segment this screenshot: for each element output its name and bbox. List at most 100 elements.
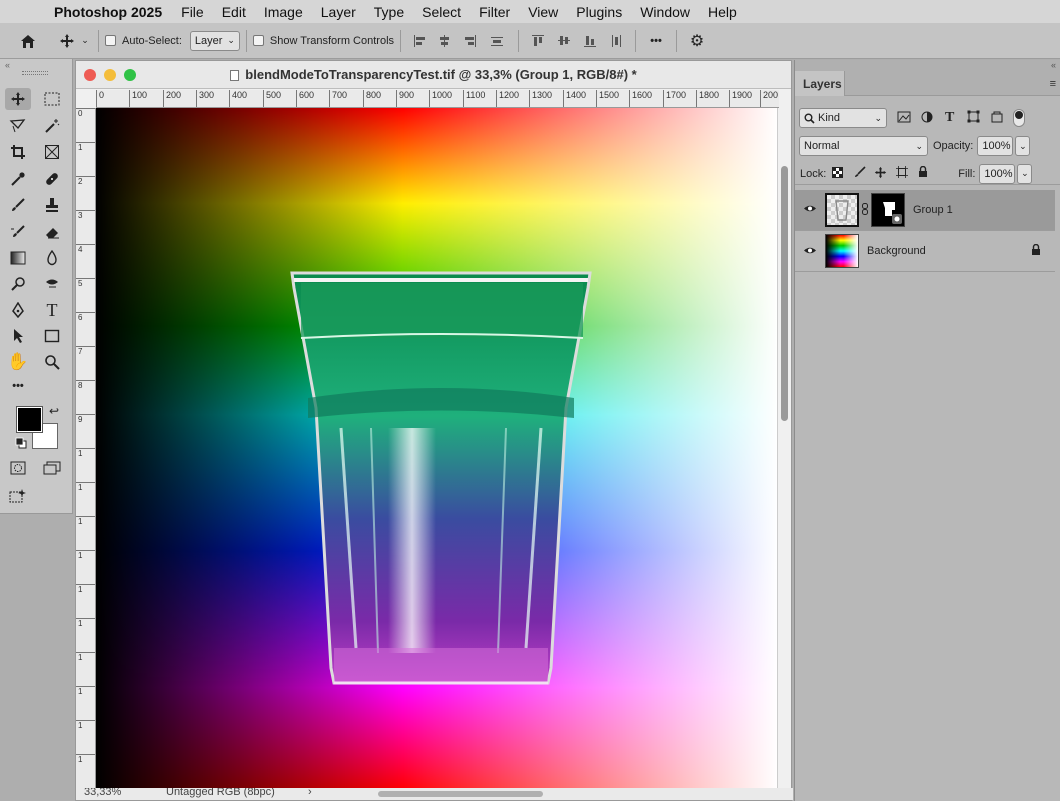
filter-kind-dropdown[interactable]: Kind ⌄ — [799, 108, 887, 128]
align-top-icon[interactable] — [525, 29, 551, 53]
filter-pixel-icon[interactable] — [897, 111, 913, 126]
quick-mask-icon[interactable] — [5, 457, 31, 479]
align-middle-icon[interactable] — [551, 29, 577, 53]
layer-mask-thumbnail[interactable] — [871, 193, 905, 227]
magic-wand-icon[interactable] — [39, 115, 65, 137]
menu-filter[interactable]: Filter — [470, 4, 519, 20]
layer-row-background[interactable]: Background — [795, 231, 1055, 272]
foreground-color-swatch[interactable] — [16, 406, 43, 433]
crop-tool-icon[interactable] — [5, 141, 31, 163]
menu-file[interactable]: File — [172, 4, 213, 20]
align-right-icon[interactable] — [457, 29, 482, 53]
layer-name[interactable]: Group 1 — [913, 204, 953, 216]
lock-icon[interactable] — [1031, 243, 1041, 259]
visibility-eye-icon[interactable] — [795, 204, 825, 216]
menu-plugins[interactable]: Plugins — [567, 4, 631, 20]
vertical-ruler[interactable]: 0 1 2 3 4 5 6 7 8 9 1 1 1 1 1 1 1 1 1 1 — [76, 108, 96, 790]
frame-tool-icon[interactable] — [39, 141, 65, 163]
generative-fill-icon[interactable] — [5, 485, 31, 507]
divider — [245, 29, 247, 52]
blend-mode-dropdown[interactable]: Normal ⌄ — [799, 136, 928, 156]
drag-handle[interactable] — [22, 71, 48, 75]
menu-help[interactable]: Help — [699, 4, 746, 20]
lock-pixels-icon[interactable] — [854, 166, 870, 181]
layer-thumbnail[interactable] — [825, 234, 859, 268]
rectangle-tool-icon[interactable] — [39, 325, 65, 347]
history-brush-icon[interactable] — [5, 221, 31, 243]
more-tools-icon[interactable]: ••• — [5, 375, 31, 397]
more-options-icon[interactable]: ••• — [642, 29, 670, 53]
smudge-tool-icon[interactable] — [39, 273, 65, 295]
eyedropper-icon[interactable] — [5, 168, 31, 190]
filter-type-icon[interactable]: T — [945, 110, 961, 126]
layer-name[interactable]: Background — [867, 245, 926, 257]
filter-smart-object-icon[interactable] — [991, 110, 1007, 126]
auto-select-dropdown[interactable]: Layer ⌄ — [189, 30, 240, 51]
gradient-tool-icon[interactable] — [5, 247, 31, 269]
tab-layers[interactable]: Layers — [795, 71, 845, 96]
layer-thumbnail[interactable] — [825, 193, 859, 227]
align-bottom-icon[interactable] — [577, 29, 603, 53]
filter-toggle-switch[interactable] — [1013, 109, 1025, 127]
menu-window[interactable]: Window — [631, 4, 699, 20]
document-title-bar[interactable]: blendModeToTransparencyTest.tif @ 33,3% … — [76, 61, 791, 89]
menu-type[interactable]: Type — [365, 4, 413, 20]
menu-image[interactable]: Image — [255, 4, 312, 20]
distribute-vertical-icon[interactable] — [603, 29, 629, 53]
stamp-tool-icon[interactable] — [39, 194, 65, 216]
status-menu-icon[interactable]: › — [308, 788, 312, 798]
horizontal-scrollbar-thumb[interactable] — [378, 791, 543, 797]
collapse-icon[interactable]: « — [0, 59, 72, 71]
panel-menu-icon[interactable]: ≡ — [1050, 78, 1056, 90]
auto-select-checkbox[interactable] — [105, 35, 116, 46]
hand-tool-icon[interactable]: ✋ — [5, 351, 31, 373]
swap-colors-icon[interactable]: ↩ — [49, 404, 59, 418]
menu-view[interactable]: View — [519, 4, 567, 20]
healing-brush-icon[interactable] — [39, 168, 65, 190]
default-colors-icon[interactable] — [15, 437, 27, 452]
collapse-panel-icon[interactable]: « — [1051, 60, 1056, 70]
align-left-icon[interactable] — [407, 29, 432, 53]
zoom-tool-icon[interactable] — [39, 351, 65, 373]
home-icon[interactable] — [0, 29, 56, 53]
opacity-chevron-icon[interactable]: ⌄ — [1015, 136, 1031, 156]
distribute-icon[interactable] — [482, 29, 512, 53]
layer-row-group-1[interactable]: Group 1 — [795, 190, 1055, 231]
eraser-icon[interactable] — [39, 221, 65, 243]
menu-layer[interactable]: Layer — [312, 4, 365, 20]
menu-select[interactable]: Select — [413, 4, 470, 20]
filter-adjustment-icon[interactable] — [921, 111, 937, 126]
pen-tool-icon[interactable] — [5, 299, 31, 321]
lock-artboard-icon[interactable] — [896, 166, 912, 181]
lock-all-icon[interactable] — [918, 165, 934, 181]
brush-tool-icon[interactable] — [5, 194, 31, 216]
document-canvas[interactable] — [96, 108, 778, 790]
horizontal-ruler[interactable]: 0 100 200 300 400 500 600 700 800 900 10… — [96, 90, 779, 108]
fill-input[interactable]: 100% — [979, 163, 1016, 184]
scrollbar-thumb[interactable] — [781, 166, 788, 421]
lasso-tool-icon[interactable] — [5, 115, 31, 137]
lock-position-icon[interactable] — [874, 166, 890, 182]
link-icon[interactable] — [859, 202, 871, 218]
visibility-eye-icon[interactable] — [795, 244, 825, 258]
type-tool-icon[interactable]: T — [39, 299, 65, 321]
screen-mode-icon[interactable] — [39, 457, 65, 479]
align-center-icon[interactable] — [432, 29, 457, 53]
filter-shape-icon[interactable] — [967, 110, 983, 126]
path-selection-icon[interactable] — [5, 325, 31, 347]
dodge-tool-icon[interactable] — [5, 273, 31, 295]
blur-tool-icon[interactable] — [39, 247, 65, 269]
chevron-down-icon[interactable]: ⌄ — [78, 29, 92, 53]
fill-chevron-icon[interactable]: ⌄ — [1017, 163, 1033, 184]
menu-app-name[interactable]: Photoshop 2025 — [46, 4, 172, 20]
show-transform-checkbox[interactable] — [252, 35, 264, 46]
menu-edit[interactable]: Edit — [213, 4, 255, 20]
vertical-scrollbar[interactable] — [777, 108, 791, 790]
move-tool-icon[interactable] — [5, 88, 31, 110]
lock-transparent-icon[interactable] — [832, 166, 848, 181]
zoom-level[interactable]: 33,33% — [84, 788, 121, 798]
opacity-input[interactable]: 100% — [977, 136, 1014, 156]
gear-icon[interactable]: ⚙ — [683, 29, 711, 53]
move-tool-preset-icon[interactable] — [56, 29, 78, 53]
marquee-tool-icon[interactable] — [39, 88, 65, 110]
